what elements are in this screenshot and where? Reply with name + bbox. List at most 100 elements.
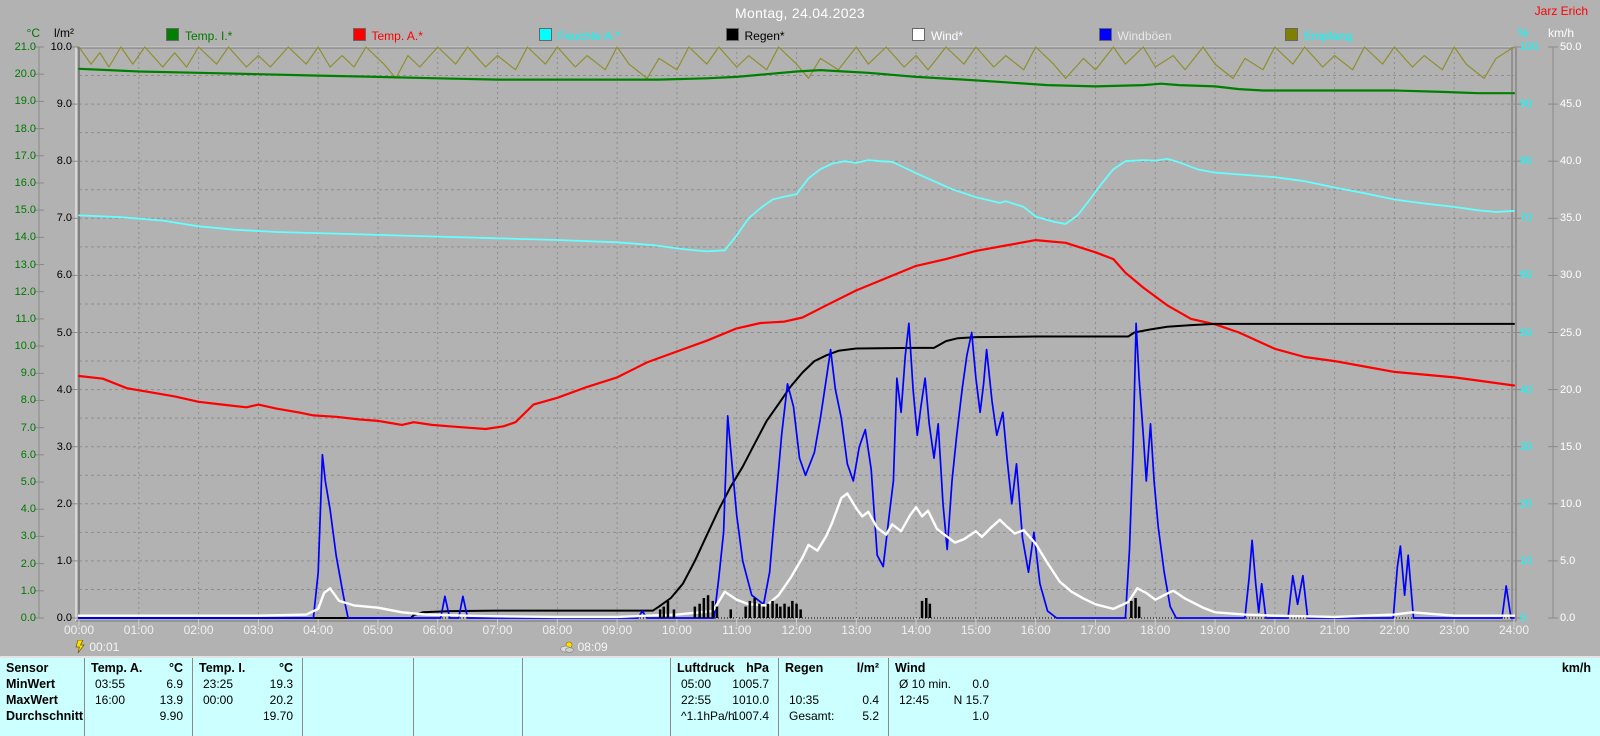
rain-bar — [662, 606, 665, 618]
rain-axis-label: 5.0 — [56, 326, 72, 339]
table-cell-value: 13.9 — [159, 693, 183, 707]
wind-axis-label: 0.0 — [1560, 612, 1576, 624]
pct-axis-label: 60 — [1520, 269, 1533, 282]
event-marker-time: 00:01 — [85, 640, 120, 654]
rain-bar — [672, 609, 676, 618]
temp-axis-label: 19.0 — [14, 95, 36, 108]
rain-bar — [795, 603, 798, 618]
event-marker: 08:09 — [560, 640, 608, 654]
table-row-label: Durchschnitt — [6, 709, 84, 723]
x-axis-label: 19:00 — [1200, 623, 1231, 637]
table-column-border — [302, 658, 303, 736]
pct-axis-label: 70 — [1520, 212, 1533, 225]
temp-axis-label: 6.0 — [20, 448, 36, 461]
wind-axis-label: 30.0 — [1560, 269, 1582, 282]
rain-bar — [729, 609, 732, 618]
x-axis-label: 04:00 — [303, 623, 334, 637]
rain-bar — [1137, 606, 1141, 618]
temp-axis-label: 9.0 — [20, 367, 36, 380]
temp-axis-label: 4.0 — [20, 503, 36, 516]
pct-axis-label: 90 — [1520, 98, 1533, 111]
legend-label: Feuchte A.* — [558, 29, 621, 43]
table-cell-time: 12:45 — [899, 693, 930, 707]
weather-chart — [34, 46, 1558, 626]
rain-axis-label: 2.0 — [56, 497, 72, 510]
temp-axis-label: 15.0 — [14, 204, 36, 217]
table-column-border — [888, 658, 889, 736]
x-axis-label: 12:00 — [781, 623, 812, 637]
pct-axis-label: 30 — [1520, 440, 1533, 453]
legend-item-empfang: Empfang — [1285, 27, 1352, 43]
x-axis-label: 13:00 — [841, 623, 872, 637]
temp-axis-label: 17.0 — [14, 149, 36, 162]
rain-bar — [715, 606, 719, 618]
stats-table: Sensor MinWert MaxWert Durchschnitt Temp. A.… — [0, 656, 1600, 736]
x-axis-label: 24:00 — [1498, 623, 1530, 637]
x-axis-label: 00:00 — [63, 623, 95, 637]
x-axis-label: 14:00 — [901, 623, 932, 637]
table-row-label: MaxWert — [6, 693, 58, 707]
table-col-unit: °C — [168, 661, 183, 675]
temp-axis-label: 7.0 — [20, 421, 36, 434]
temp-axis-label: 8.0 — [20, 394, 36, 407]
rain-axis-label: 1.0 — [56, 554, 72, 567]
legend-swatch-icon — [1098, 28, 1112, 41]
rain-axis-label: 3.0 — [56, 440, 72, 453]
temp-axis-label: 0.0 — [20, 612, 36, 624]
table-cell-value: 19.3 — [269, 677, 293, 691]
x-axis-label: 18:00 — [1140, 623, 1171, 637]
temp-axis-label: 14.0 — [14, 231, 36, 244]
x-axis-label: 01:00 — [123, 623, 154, 637]
pct-axis-label: 50 — [1520, 326, 1533, 339]
legend-label: Windböen — [1117, 29, 1172, 43]
table-col-unit: km/h — [1561, 661, 1591, 675]
temp-axis-label: 10.0 — [14, 340, 36, 353]
legend-item-tempa: Temp. A.* — [352, 27, 423, 43]
rain-bar — [791, 600, 794, 618]
x-axis-label: 23:00 — [1439, 623, 1470, 637]
rain-axis-label: 9.0 — [56, 98, 72, 111]
rain-bar — [702, 598, 706, 618]
table-column-border — [778, 658, 779, 736]
legend-label: Regen* — [744, 29, 785, 43]
rain-bar — [920, 600, 924, 618]
wind-axis-label: 5.0 — [1560, 554, 1576, 567]
table-cell-value: 1010.0 — [732, 693, 769, 707]
x-axis-label: 06:00 — [422, 623, 453, 637]
x-axis-label: 16:00 — [1020, 623, 1051, 637]
x-axis-label: 17:00 — [1080, 623, 1111, 637]
legend-swatch-icon — [912, 28, 925, 41]
rain-bar — [766, 603, 770, 618]
event-marker-time: 08:09 — [574, 640, 608, 654]
rain-bar — [758, 603, 761, 618]
table-cell-value: 0.4 — [862, 693, 879, 707]
legend-label: Temp. A.* — [371, 29, 423, 43]
rain-bar — [928, 603, 932, 618]
rain-bar — [753, 598, 756, 618]
weather-app-screen: { "header": { "title": "Montag, 24.04.20… — [0, 0, 1600, 736]
rain-bar — [744, 606, 747, 618]
table-column-border — [413, 658, 414, 736]
temp-axis-label: 18.0 — [14, 122, 36, 135]
table-column-border — [84, 658, 85, 736]
rain-bar — [787, 606, 790, 618]
legend-label: Temp. I.* — [185, 29, 233, 43]
wind-axis-label: 45.0 — [1560, 98, 1582, 111]
legend-swatch-icon — [352, 28, 366, 41]
temp-axis-label: 13.0 — [14, 258, 36, 271]
legend-item-feuchtea: Feuchte A.* — [539, 27, 621, 43]
temp-axis-label: 16.0 — [14, 176, 36, 189]
rain-bar — [706, 595, 710, 618]
wind-axis-label: 20.0 — [1560, 383, 1582, 396]
table-cell-value: 0.0 — [972, 677, 989, 691]
sun-cloud-icon — [560, 640, 575, 654]
rain-bar — [799, 609, 802, 618]
table-cell-value: 1.0 — [972, 709, 989, 723]
x-axis-label: 21:00 — [1319, 623, 1350, 637]
wind-axis-label: 35.0 — [1560, 212, 1582, 225]
table-column-border — [192, 658, 193, 736]
x-axis-label: 05:00 — [362, 623, 393, 637]
legend-swatch-icon — [1285, 28, 1298, 41]
table-row-label: Sensor — [6, 661, 49, 675]
temp-axis-label: 3.0 — [20, 530, 36, 543]
